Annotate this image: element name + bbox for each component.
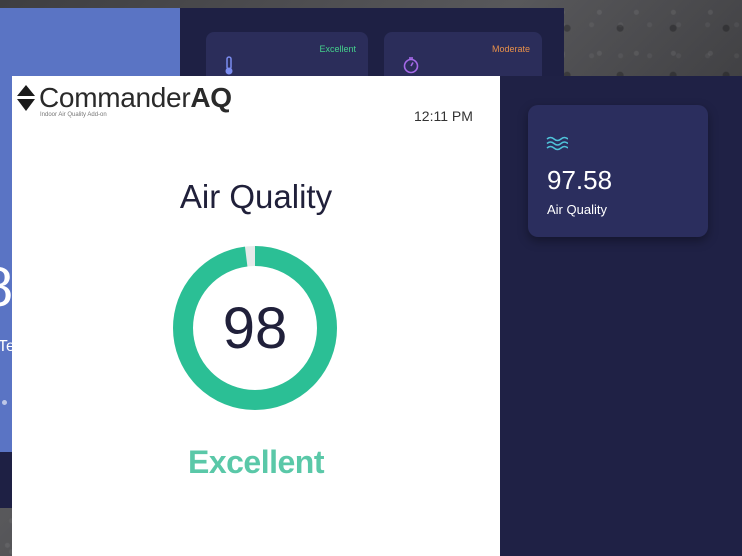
air-quality-metric-card[interactable]: 97.58 Air Quality [528, 105, 708, 237]
logo-text: CommanderAQ [39, 82, 232, 114]
background-page-dot [2, 400, 7, 405]
clock: 12:11 PM [414, 108, 473, 124]
background-card-status: Moderate [491, 44, 530, 54]
page-title: Air Quality [179, 178, 333, 215]
commander-aq-logo: CommanderAQ [16, 82, 232, 114]
metric-value: 97.58 [547, 165, 613, 195]
air-quality-screen: CommanderAQ Indoor Air Quality Add-on 12… [12, 76, 500, 556]
air-quality-score: 98 [222, 295, 288, 361]
wave-icon [546, 135, 569, 156]
logo-subtitle: Indoor Air Quality Add-on [40, 112, 107, 118]
logo-diamond-icon [17, 85, 35, 111]
metric-label: Air Quality [547, 202, 607, 217]
logo-light-text: Commander [39, 82, 191, 113]
logo-bold-text: AQ [190, 82, 232, 113]
background-card-status: Excellent [319, 44, 356, 54]
air-quality-status: Excellent [187, 444, 325, 480]
metrics-panel: 97.58 Air Quality [500, 76, 742, 556]
